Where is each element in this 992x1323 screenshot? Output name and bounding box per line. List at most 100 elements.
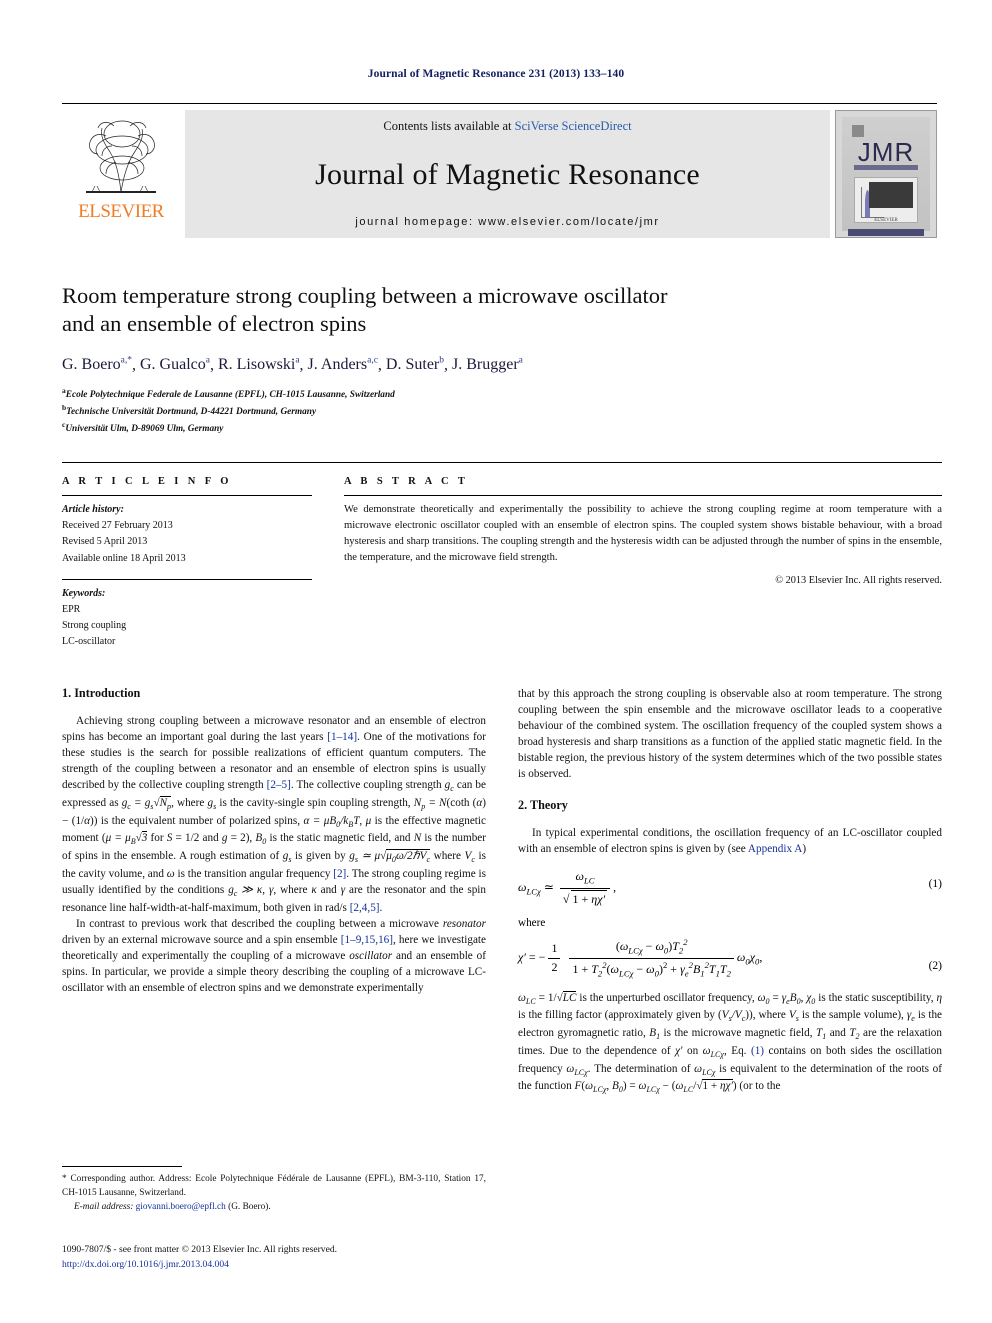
author-affil-mark: a [518, 355, 523, 366]
affiliation-list: aEcole Polytechnique Federale de Lausann… [62, 385, 942, 437]
text-run: . The collective coupling strength [290, 779, 445, 792]
journal-title: Journal of Magnetic Resonance [315, 158, 700, 192]
math-gc-expr: gc = gs√Np [121, 795, 172, 812]
text-run: is given by [291, 850, 350, 863]
intro-paragraph-2: In contrast to previous work that descri… [62, 916, 486, 996]
keyword-item: LC-oscillator [62, 636, 116, 648]
cover-publisher-icon [852, 125, 864, 137]
right-column: that by this approach the strong couplin… [518, 686, 942, 1096]
math-omega0: ω0 [757, 991, 770, 1006]
author: G. Boeroa,* [62, 356, 132, 373]
email-note: E-mail address: giovanni.boero@epfl.ch (… [62, 1201, 486, 1215]
email-owner: (G. Boero). [228, 1201, 271, 1212]
author-affil-mark: b [439, 355, 444, 366]
math-alpha: α = μB0/kBT [303, 814, 360, 829]
journal-homepage[interactable]: journal homepage: www.elsevier.com/locat… [355, 216, 659, 228]
equation-2-number: (2) [928, 960, 942, 973]
math-b1: B1 [649, 1027, 661, 1042]
math-t1: T1 [815, 1027, 827, 1042]
email-link[interactable]: giovanni.boero@epfl.ch [136, 1202, 226, 1212]
text-run: and [316, 883, 341, 896]
appendix-link[interactable]: Appendix A [748, 843, 802, 855]
doi-link[interactable]: http://dx.doi.org/10.1016/j.jmr.2013.04.… [62, 1258, 486, 1273]
math-gamma-e: γe [906, 1009, 915, 1024]
keyword-item: Strong coupling [62, 620, 127, 632]
journal-cover-thumbnail: JMR ELSEVIER [835, 110, 937, 238]
article-info-heading: A R T I C L E I N F O [62, 476, 232, 487]
math-omega: ω [166, 867, 175, 880]
text-run: and [826, 1027, 850, 1040]
author-affil-mark: a,* [120, 355, 132, 366]
author-name: G. Gualco [140, 356, 206, 374]
text-run: is the microwave magnetic field, [660, 1027, 816, 1040]
math-vs-vc: Vs/Vc [721, 1009, 746, 1024]
title-line-2: and an ensemble of electron spins [62, 311, 367, 337]
text-run: is the filling factor (approximately giv… [518, 1009, 722, 1022]
text-run: ), [245, 832, 256, 845]
equation-2-fraction: (ωLCχ − ω0)T22 1 + T22(ωLCχ − ω0)2 + γe2… [569, 937, 734, 979]
math-gc: gc [444, 779, 454, 794]
title-line-1: Room temperature strong coupling between… [62, 283, 668, 308]
where-label: where [518, 917, 546, 930]
text-run: is the equivalent number of polarized sp… [97, 814, 304, 827]
journal-masthead: ELSEVIER Contents lists available at Sci… [62, 103, 937, 238]
math-condition: gc ≫ κ, γ [228, 883, 274, 899]
citation-ref[interactable]: [2,4,5] [350, 902, 380, 914]
corresponding-author-note: * Corresponding author. Address: Ecole P… [62, 1174, 486, 1198]
cover-image-icon [869, 182, 913, 208]
section-heading-theory: 2. Theory [518, 798, 568, 813]
author: D. Suterb [386, 356, 444, 373]
affiliation-item: aEcole Polytechnique Federale de Lausann… [62, 385, 942, 402]
divider [62, 495, 312, 496]
math-gs: gs [207, 796, 217, 812]
abstract-copyright: © 2013 Elsevier Inc. All rights reserved… [775, 575, 942, 587]
author-affil-mark: a [295, 355, 300, 366]
history-item: Revised 5 April 2013 [62, 536, 148, 548]
author-name: D. Suter [385, 356, 440, 374]
divider [344, 495, 942, 496]
text-run: where [430, 850, 465, 863]
elsevier-tree-icon [76, 112, 166, 200]
math-chi-prime: χ′ [675, 1044, 683, 1057]
text-run: In contrast to previous work that descri… [76, 917, 443, 930]
math-vc: Vc [464, 850, 475, 865]
equation-1-number: (1) [928, 878, 942, 891]
equation-2: χ′ = −1 2 (ωLCχ − ω0)T22 1 + T22(ωLCχ − ω… [518, 937, 942, 979]
keyword-item: EPR [62, 603, 81, 615]
contents-available-line: Contents lists available at SciVerse Sci… [383, 119, 631, 134]
equation-ref[interactable]: (1) [751, 1045, 764, 1057]
citation-ref[interactable]: [1–9,15,16] [341, 934, 393, 946]
footnote-block: * Corresponding author. Address: Ecole P… [62, 1166, 486, 1215]
emphasis-oscillator: oscillator [349, 949, 393, 962]
author: R. Lisowskia [218, 356, 300, 373]
text-run: . [379, 901, 383, 914]
text-run: ), where [749, 1009, 789, 1022]
citation-ref[interactable]: [2] [333, 868, 346, 880]
math-omega-lcchi-3: ωLCχ [694, 1062, 716, 1077]
abstract-text: We demonstrate theoretically and experim… [344, 504, 942, 564]
author-name: G. Boero [62, 356, 121, 374]
text-run: is the static magnetic field, and [266, 832, 414, 845]
math-chi0: χ0 [806, 991, 816, 1006]
math-gs-approx: gs ≃ μ√μ0ω/2ℏVc [349, 849, 431, 865]
page-title: Room temperature strong coupling between… [62, 282, 942, 339]
keywords-label: Keywords: [62, 587, 106, 599]
divider [62, 578, 312, 580]
math-omega-lc: ωLC [518, 991, 536, 1006]
math-eta: η [936, 991, 942, 1004]
affiliation-item: cUniversität Ulm, D-89069 Ulm, Germany [62, 419, 942, 436]
text-run: is the transition angular frequency [174, 867, 334, 880]
math-t2: T2 [849, 1027, 860, 1042]
body-columns: 1. Introduction Achieving strong couplin… [62, 686, 942, 1096]
cover-title: JMR [857, 137, 915, 167]
history-item: Available online 18 April 2013 [62, 552, 186, 564]
sciencedirect-link[interactable]: SciVerse ScienceDirect [515, 119, 632, 133]
cover-footer: ELSEVIER [874, 218, 898, 223]
cover-title-underbar [854, 165, 918, 170]
paper-page: Journal of Magnetic Resonance 231 (2013)… [0, 0, 992, 1323]
author-name: J. Brugger [452, 356, 519, 374]
citation-ref[interactable]: [2–5] [267, 779, 291, 791]
citation-ref[interactable]: [1–14] [327, 731, 357, 743]
equation-1-fraction: ωLC √ 1 + ηχ′ [559, 869, 611, 907]
title-block: Room temperature strong coupling between… [62, 282, 942, 436]
